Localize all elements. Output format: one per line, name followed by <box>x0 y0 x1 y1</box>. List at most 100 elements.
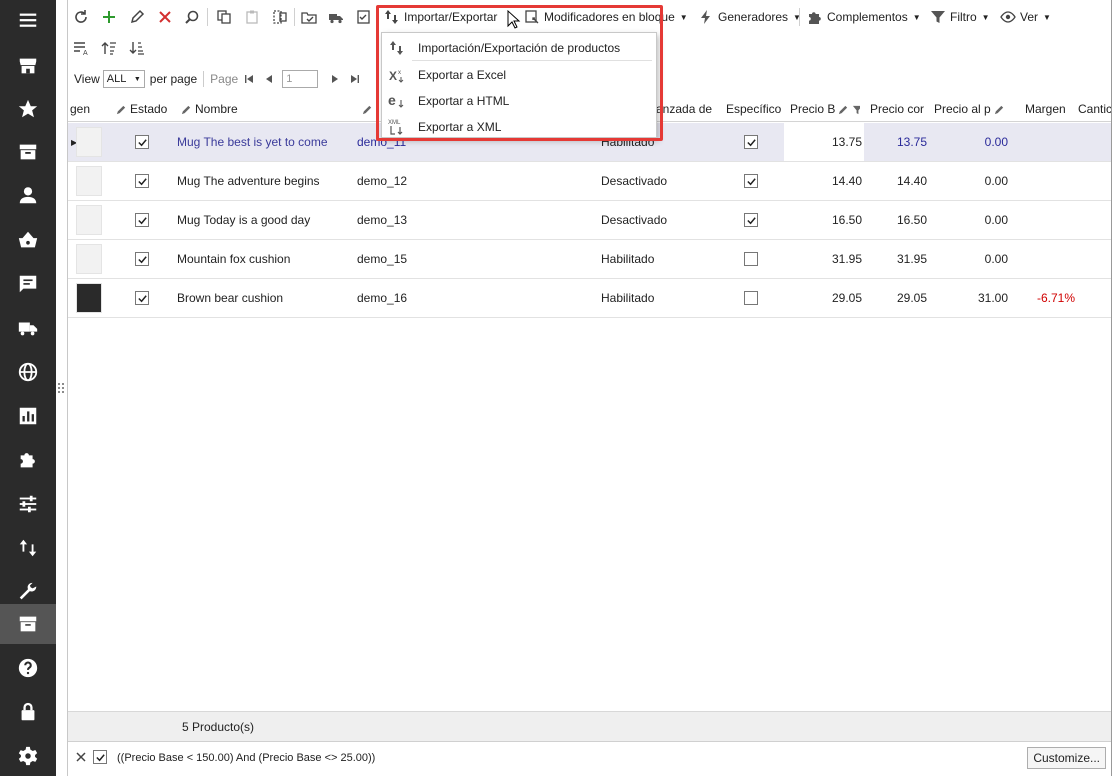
copy-icon[interactable] <box>216 6 232 28</box>
column-header-cost-price[interactable]: Precio cor <box>870 96 928 122</box>
cost-price[interactable]: 13.75 <box>868 123 927 161</box>
product-reference[interactable]: demo_12 <box>357 162 407 200</box>
filter-button[interactable]: Filtro ▼ <box>930 6 990 28</box>
product-status[interactable]: Habilitado <box>601 240 654 278</box>
column-header-retail-price[interactable]: Precio al p <box>934 96 1006 122</box>
import-export-button[interactable]: Importar/Exportar <box>384 6 497 28</box>
filter-enabled-checkbox[interactable] <box>93 750 107 764</box>
delete-icon[interactable] <box>157 6 173 28</box>
product-name[interactable]: Mug The best is yet to come <box>177 123 328 161</box>
star-icon[interactable] <box>0 89 56 129</box>
next-page-icon[interactable] <box>330 74 340 84</box>
menu-item-export-xml[interactable]: XML Exportar a XML <box>382 114 656 140</box>
filter-expression[interactable]: ((Precio Base < 150.00) And (Precio Base… <box>117 752 375 764</box>
product-status[interactable]: Desactivado <box>601 162 667 200</box>
status-checkbox[interactable] <box>135 174 149 188</box>
menu-item-export-excel[interactable]: Xx Exportar a Excel <box>382 62 656 88</box>
retail-price[interactable]: 0.00 <box>930 162 1008 200</box>
store-icon[interactable] <box>0 46 56 86</box>
cost-price[interactable]: 14.40 <box>868 162 927 200</box>
truck-icon[interactable] <box>0 308 56 348</box>
product-name[interactable]: Mountain fox cushion <box>177 240 290 278</box>
specific-checkbox[interactable] <box>744 252 758 266</box>
menu-item-export-html[interactable]: e Exportar a HTML <box>382 88 656 114</box>
product-reference[interactable]: demo_15 <box>357 240 407 278</box>
refresh-icon[interactable] <box>73 6 89 28</box>
user-icon[interactable] <box>0 175 56 215</box>
specific-checkbox[interactable] <box>744 135 758 149</box>
retail-price[interactable]: 0.00 <box>930 123 1008 161</box>
column-header-quantity[interactable]: Cantic <box>1078 96 1112 122</box>
product-name[interactable]: Brown bear cushion <box>177 279 283 317</box>
sort-descending-icon[interactable] <box>129 37 145 59</box>
first-page-icon[interactable] <box>244 74 254 84</box>
globe-icon[interactable] <box>0 352 56 392</box>
column-header-specific[interactable]: Específico <box>726 96 786 122</box>
lock-icon[interactable] <box>0 692 56 732</box>
addons-button[interactable]: Complementos ▼ <box>807 6 921 28</box>
view-button[interactable]: Ver ▼ <box>1000 6 1051 28</box>
clear-filter-icon[interactable] <box>76 752 86 762</box>
search-icon[interactable] <box>184 6 200 28</box>
chat-icon[interactable] <box>0 264 56 304</box>
duplicate-icon[interactable] <box>272 6 288 28</box>
table-row[interactable]: Mug The adventure begins demo_12 Desacti… <box>68 162 1112 201</box>
column-header-margin[interactable]: Margen <box>1025 96 1075 122</box>
per-page-select[interactable]: ALL ▼ <box>102 70 145 88</box>
status-checkbox[interactable] <box>135 252 149 266</box>
menu-item-product-import-export[interactable]: Importación/Exportación de productos <box>382 35 656 61</box>
shipping-icon[interactable] <box>328 6 344 28</box>
last-page-icon[interactable] <box>350 74 360 84</box>
menu-icon[interactable] <box>0 0 56 40</box>
table-row[interactable]: Mountain fox cushion demo_15 Habilitado … <box>68 240 1112 279</box>
base-price[interactable]: 31.95 <box>784 240 864 278</box>
generators-button[interactable]: Generadores ▼ <box>698 6 801 28</box>
status-checkbox[interactable] <box>135 213 149 227</box>
retail-price[interactable]: 0.00 <box>930 201 1008 239</box>
bar-chart-icon[interactable] <box>0 396 56 436</box>
retail-price[interactable]: 31.00 <box>930 279 1008 317</box>
column-header-name[interactable]: Nombre <box>181 96 351 122</box>
basket-icon[interactable] <box>0 220 56 260</box>
status-checkbox[interactable] <box>135 291 149 305</box>
puzzle-icon[interactable] <box>0 440 56 480</box>
archive-icon[interactable] <box>0 132 56 172</box>
table-row[interactable]: Brown bear cushion demo_16 Habilitado 29… <box>68 279 1112 318</box>
sliders-icon[interactable] <box>0 484 56 524</box>
archive-box-icon[interactable] <box>0 604 56 644</box>
product-status[interactable]: Habilitado <box>601 279 654 317</box>
settings-icon[interactable] <box>0 736 56 776</box>
base-price[interactable]: 14.40 <box>784 162 864 200</box>
table-row[interactable]: Mug Today is a good day demo_13 Desactiv… <box>68 201 1112 240</box>
folder-check-icon[interactable] <box>301 6 317 28</box>
add-icon[interactable] <box>101 6 117 28</box>
font-size-icon[interactable]: A <box>73 37 89 59</box>
specific-checkbox[interactable] <box>744 213 758 227</box>
specific-checkbox[interactable] <box>744 174 758 188</box>
retail-price[interactable]: 0.00 <box>930 240 1008 278</box>
cost-price[interactable]: 16.50 <box>868 201 927 239</box>
column-header-advanced[interactable]: anzada de <box>656 96 716 122</box>
product-reference[interactable]: demo_13 <box>357 201 407 239</box>
product-name[interactable]: Mug The adventure begins <box>177 162 320 200</box>
cost-price[interactable]: 31.95 <box>868 240 927 278</box>
product-status[interactable]: Desactivado <box>601 201 667 239</box>
splitter-handle[interactable] <box>57 380 65 396</box>
checklist-icon[interactable] <box>356 6 372 28</box>
product-name[interactable]: Mug Today is a good day <box>177 201 310 239</box>
prev-page-icon[interactable] <box>264 74 274 84</box>
base-price[interactable]: 13.75 <box>784 123 864 161</box>
status-checkbox[interactable] <box>135 135 149 149</box>
customize-button[interactable]: Customize... <box>1027 747 1106 769</box>
sort-ascending-icon[interactable] <box>101 37 117 59</box>
edit-icon[interactable] <box>129 6 145 28</box>
product-reference[interactable]: demo_16 <box>357 279 407 317</box>
page-number-input[interactable]: 1 <box>282 70 319 88</box>
cost-price[interactable]: 29.05 <box>868 279 927 317</box>
bulk-modifiers-button[interactable]: Modificadores en bloque ▼ <box>524 6 688 28</box>
specific-checkbox[interactable] <box>744 291 758 305</box>
column-header-image[interactable]: gen <box>70 96 106 122</box>
import-export-icon[interactable] <box>0 528 56 568</box>
column-header-status[interactable]: Estado <box>116 96 176 122</box>
help-icon[interactable] <box>0 648 56 688</box>
